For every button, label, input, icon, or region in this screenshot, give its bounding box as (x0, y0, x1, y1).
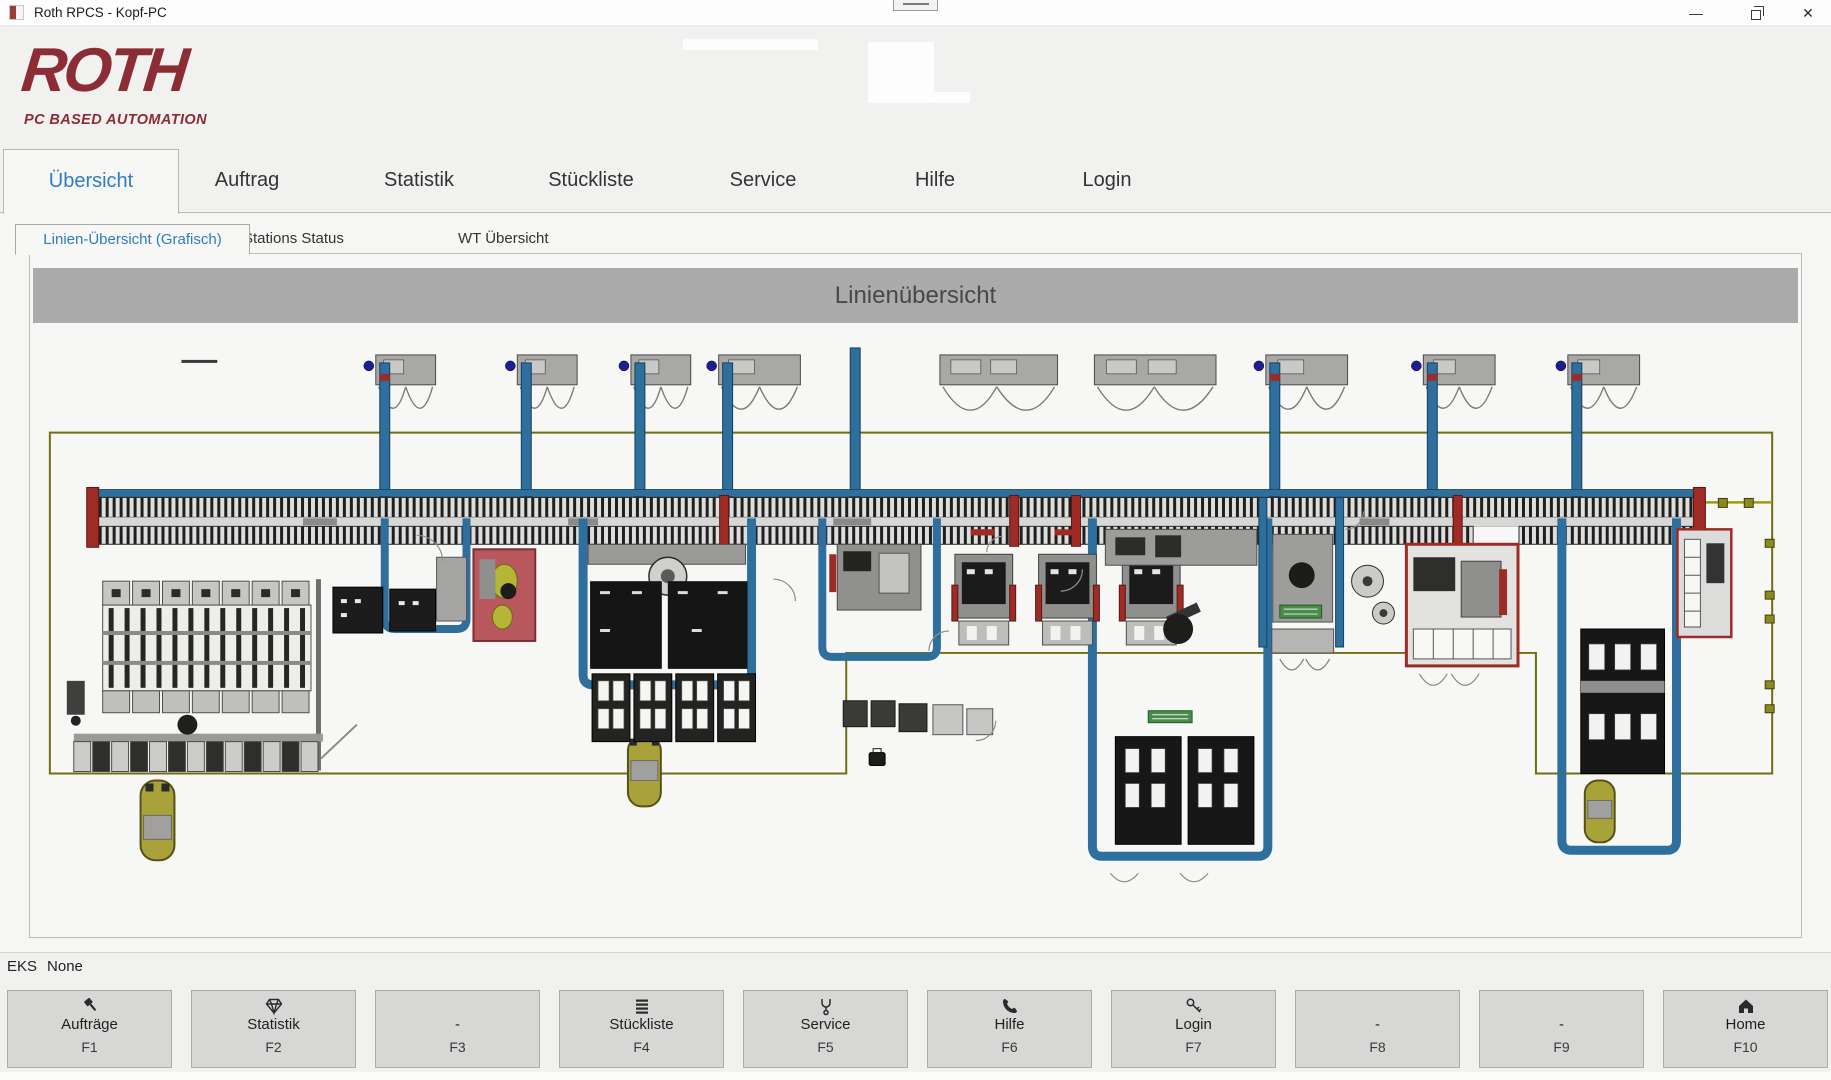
close-button[interactable]: ✕ (1788, 0, 1828, 26)
button-label: Stückliste (560, 1015, 723, 1035)
hilfe-button[interactable]: Hilfe F6 (927, 990, 1092, 1068)
button-label: Login (1112, 1015, 1275, 1035)
right-tower-cell (1581, 629, 1665, 774)
f3-button[interactable]: - F3 (375, 990, 540, 1068)
tab-uebersicht[interactable]: Übersicht (3, 149, 179, 214)
center-machining-cell (588, 544, 755, 741)
button-label: - (1296, 1015, 1459, 1035)
case-marker (869, 753, 885, 766)
function-key-bar: Aufträge F1 Statistik F2 - F3 Stückliste… (0, 985, 1831, 1080)
tab-stueckliste[interactable]: Stückliste (502, 148, 680, 212)
statistik-button[interactable]: Statistik F2 (191, 990, 356, 1068)
login-button[interactable]: Login F7 (1111, 990, 1276, 1068)
subtab-wt-uebersicht[interactable]: WT Übersicht (458, 224, 549, 254)
button-fkey: F4 (560, 1035, 723, 1059)
empty-icon (1480, 991, 1643, 1015)
key-icon (1112, 991, 1275, 1015)
f8-button[interactable]: - F8 (1295, 990, 1460, 1068)
line-overview-panel: Linienübersicht (29, 253, 1802, 938)
factory-floorplan-svg (32, 330, 1799, 936)
gem-icon (192, 991, 355, 1015)
right-test-cell (1406, 544, 1518, 685)
app-window: { "window": { "title": "Roth RPCS - Kopf… (0, 0, 1831, 1080)
tab-hilfe[interactable]: Hilfe (846, 148, 1024, 212)
gavel-icon (8, 991, 171, 1015)
restore-button[interactable] (1736, 0, 1776, 26)
subtab-stations-status[interactable]: Stations Status (243, 224, 344, 254)
list-icon (560, 991, 723, 1015)
tab-auftrag[interactable]: Auftrag (158, 148, 336, 212)
subtab-linien-uebersicht[interactable]: Linien-Übersicht (Grafisch) (15, 224, 250, 255)
bottom-strip (0, 1072, 1831, 1080)
eks-value: None (47, 958, 83, 975)
restore-icon (1751, 10, 1761, 20)
screen-artifact (683, 39, 818, 50)
main-content: Linien-Übersicht (Grafisch) Stations Sta… (0, 213, 1831, 953)
page-title: Linienübersicht (33, 268, 1798, 323)
button-fkey: F1 (8, 1035, 171, 1059)
button-label: Hilfe (928, 1015, 1091, 1035)
button-label: Aufträge (8, 1015, 171, 1035)
control-cabinets (364, 355, 1640, 410)
button-label: - (1480, 1015, 1643, 1035)
minimize-button[interactable]: — (1676, 0, 1716, 26)
f9-button[interactable]: - F9 (1479, 990, 1644, 1068)
home-button[interactable]: Home F10 (1663, 990, 1828, 1068)
auftraege-button[interactable]: Aufträge F1 (7, 990, 172, 1068)
service-button[interactable]: Service F5 (743, 990, 908, 1068)
tab-login[interactable]: Login (1018, 148, 1196, 212)
titlebar-collapsed-widget[interactable] (893, 0, 938, 11)
window-title: Roth RPCS - Kopf-PC (34, 0, 167, 26)
button-fkey: F6 (928, 1035, 1091, 1059)
main-tab-bar: Übersicht Auftrag Statistik Stückliste S… (0, 148, 1831, 213)
button-fkey: F2 (192, 1035, 355, 1059)
agv-left (141, 781, 175, 861)
title-bar: Roth RPCS - Kopf-PC — ✕ (0, 0, 1831, 26)
eks-label: EKS (7, 958, 37, 975)
phone-icon (928, 991, 1091, 1015)
roth-logo: ROTH (19, 40, 189, 102)
button-fkey: F10 (1664, 1035, 1827, 1059)
tab-service[interactable]: Service (674, 148, 852, 212)
button-label: - (376, 1015, 539, 1035)
app-icon (9, 5, 24, 20)
screen-artifact (934, 92, 970, 103)
button-label: Home (1664, 1015, 1827, 1035)
small-rack-row (74, 742, 318, 772)
robot-cell (1272, 534, 1395, 670)
boundary-cell (1677, 529, 1731, 637)
screen-artifact (868, 42, 934, 103)
button-fkey: F5 (744, 1035, 907, 1059)
app-header: ROTH PC BASED AUTOMATION (0, 26, 1831, 148)
button-label: Service (744, 1015, 907, 1035)
agv-right (1585, 781, 1615, 843)
agv-center (628, 737, 661, 807)
logo-tagline: PC BASED AUTOMATION (24, 112, 207, 128)
empty-icon (1296, 991, 1459, 1015)
line-overview-diagram (32, 330, 1799, 936)
stueckliste-button[interactable]: Stückliste F4 (559, 990, 724, 1068)
button-fkey: F3 (376, 1035, 539, 1059)
button-label: Statistik (192, 1015, 355, 1035)
button-fkey: F8 (1296, 1035, 1459, 1059)
tab-statistik[interactable]: Statistik (330, 148, 508, 212)
storage-rack-area (67, 579, 436, 771)
button-fkey: F7 (1112, 1035, 1275, 1059)
stethoscope-icon (744, 991, 907, 1015)
main-conveyor (87, 487, 1706, 547)
home-icon (1664, 991, 1827, 1015)
empty-icon (376, 991, 539, 1015)
status-bar: EKS None (7, 958, 93, 975)
button-fkey: F9 (1480, 1035, 1643, 1059)
